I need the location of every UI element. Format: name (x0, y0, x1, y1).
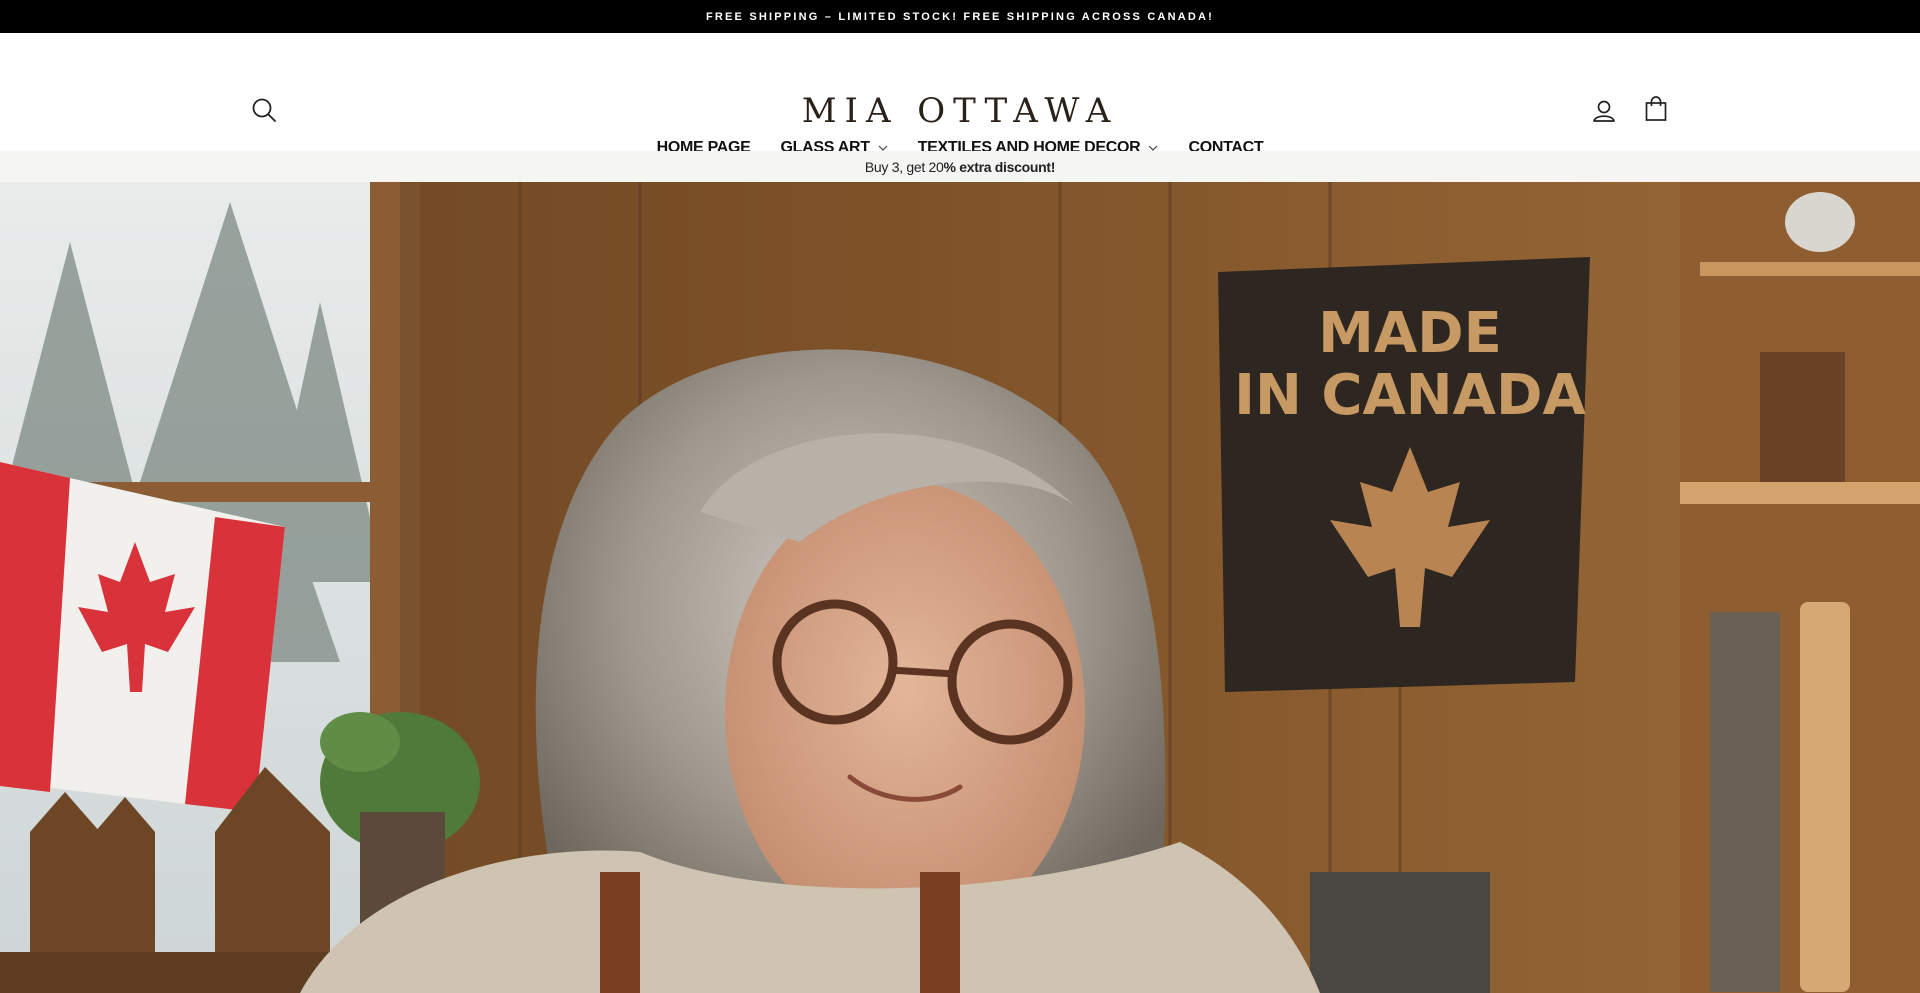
shelves (1680, 182, 1920, 993)
sign-line-2: IN CANADA (1234, 363, 1586, 428)
announcement-bar: FREE SHIPPING – LIMITED STOCK! FREE SHIP… (0, 0, 1920, 33)
promo-text-bold: % extra discount! (943, 158, 1056, 175)
shopping-bag-icon (1645, 96, 1667, 121)
metal-box (1310, 872, 1490, 993)
hero-image: MADE IN CANADA (0, 182, 1920, 993)
announcement-text: FREE SHIPPING – LIMITED STOCK! FREE SHIP… (705, 10, 1215, 23)
cart-button[interactable] (1642, 95, 1670, 123)
user-icon (1593, 100, 1615, 122)
promo-text-regular: Buy 3, get 20 (864, 158, 944, 175)
sign-line-1: MADE (1318, 301, 1502, 366)
account-button[interactable] (1590, 97, 1618, 125)
promo-bar: Buy 3, get 20% extra discount! (0, 151, 1920, 182)
site-header: MIA OTTAWA HOME PAGE GLASS ART TEXTILES … (0, 33, 1920, 156)
site-logo[interactable]: MIA OTTAWA (0, 91, 1920, 131)
hero-banner: MADE IN CANADA (0, 182, 1920, 993)
made-in-canada-sign: MADE IN CANADA (1218, 257, 1590, 692)
